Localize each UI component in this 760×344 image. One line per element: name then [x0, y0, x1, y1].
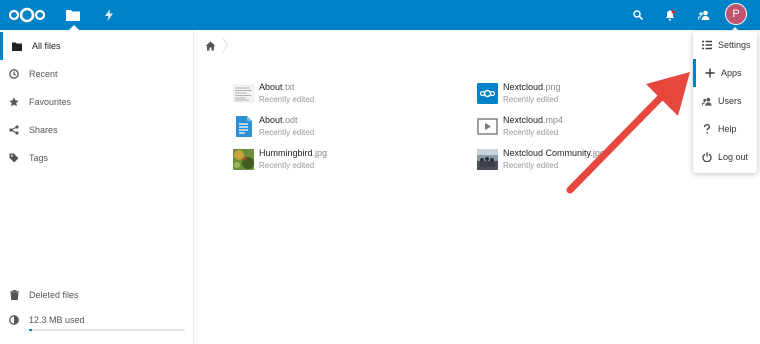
- file-base-name: Hummingbird: [259, 148, 313, 158]
- help-icon: [702, 124, 712, 134]
- file-status: Recently edited: [259, 161, 315, 170]
- contacts-icon[interactable]: [696, 7, 712, 23]
- quota-progress-fill: [29, 329, 33, 331]
- share-icon: [9, 125, 19, 135]
- sidebar-item-tags[interactable]: Tags: [0, 144, 193, 172]
- file-name: About.odt: [259, 115, 298, 125]
- deleted-files-label: Deleted files: [29, 290, 79, 300]
- sidebar-item-label: Shares: [29, 125, 58, 135]
- home-icon[interactable]: [204, 40, 216, 52]
- power-icon: [702, 152, 712, 162]
- menu-item-apps[interactable]: Apps: [693, 59, 757, 87]
- sidebar-item-all-files[interactable]: All files: [0, 32, 193, 60]
- nextcloud-logo[interactable]: [8, 7, 46, 23]
- sidebar-item-recent[interactable]: Recent: [0, 60, 193, 88]
- annotation-arrow: [566, 72, 690, 194]
- star-icon: [9, 97, 19, 107]
- sidebar: All files Recent Favourites Shares Tags …: [0, 30, 194, 344]
- file-name: Hummingbird.jpg: [259, 148, 327, 158]
- menu-item-label: Log out: [718, 152, 749, 162]
- sidebar-item-label: Tags: [29, 153, 49, 163]
- lightning-icon[interactable]: [100, 6, 118, 24]
- settings-menu: Settings Apps Users Help Log out: [693, 31, 757, 173]
- quota-progress-bar: [29, 329, 185, 331]
- file-status: Recently edited: [503, 161, 559, 170]
- menu-item-label: Help: [718, 124, 737, 134]
- file-status: Recently edited: [503, 95, 559, 104]
- breadcrumb-separator: [222, 37, 229, 53]
- avatar[interactable]: P: [725, 3, 747, 25]
- file-extension: .mp4: [543, 115, 564, 125]
- document-icon: [233, 116, 254, 137]
- nextcloud-thumbnail: [477, 83, 498, 104]
- trash-icon: [9, 290, 19, 300]
- top-header: P: [0, 0, 760, 30]
- sidebar-item-label: Recent: [29, 69, 58, 79]
- file-base-name: Nextcloud Community: [503, 148, 591, 158]
- settings-list-icon: [702, 40, 712, 50]
- file-base-name: About: [259, 115, 283, 125]
- image-thumbnail: [233, 149, 254, 170]
- file-status: Recently edited: [259, 128, 315, 137]
- users-icon: [702, 96, 712, 106]
- video-icon: [477, 116, 498, 137]
- pie-chart-icon: [9, 315, 19, 325]
- clock-icon: [9, 69, 19, 79]
- file-name: Nextcloud.mp4: [503, 115, 563, 125]
- sidebar-item-deleted-files[interactable]: Deleted files: [0, 281, 193, 309]
- file-extension: .jpg: [312, 148, 328, 158]
- sidebar-item-shares[interactable]: Shares: [0, 116, 193, 144]
- file-status: Recently edited: [503, 128, 559, 137]
- file-base-name: Nextcloud: [503, 82, 544, 92]
- file-status: Recently edited: [259, 95, 315, 104]
- sidebar-item-label: All files: [32, 41, 61, 51]
- file-extension: .odt: [282, 115, 298, 125]
- file-extension: .jpg: [590, 148, 605, 158]
- menu-item-label: Users: [718, 96, 742, 106]
- menu-item-settings[interactable]: Settings: [693, 31, 757, 59]
- bell-icon[interactable]: [662, 7, 678, 23]
- folder-icon: [12, 41, 22, 51]
- text-file-icon: [233, 83, 254, 104]
- file-name: Nextcloud.png: [503, 82, 561, 92]
- file-extension: .txt: [282, 82, 295, 92]
- file-name: Nextcloud Community.jpg: [503, 148, 605, 158]
- menu-item-help[interactable]: Help: [693, 115, 757, 143]
- menu-item-label: Apps: [721, 68, 742, 78]
- menu-item-label: Settings: [718, 40, 751, 50]
- file-base-name: About: [259, 82, 283, 92]
- file-base-name: Nextcloud: [503, 115, 544, 125]
- file-name: About.txt: [259, 82, 295, 92]
- tag-icon: [9, 153, 19, 163]
- sidebar-item-label: Favourites: [29, 97, 72, 107]
- quota-label: 12.3 MB used: [29, 315, 85, 325]
- plus-icon: [705, 68, 715, 78]
- file-extension: .png: [543, 82, 561, 92]
- folder-icon[interactable]: [64, 6, 82, 24]
- image-thumbnail: [477, 149, 498, 170]
- sidebar-item-favourites[interactable]: Favourites: [0, 88, 193, 116]
- menu-item-users[interactable]: Users: [693, 87, 757, 115]
- search-icon[interactable]: [630, 7, 646, 23]
- menu-item-log-out[interactable]: Log out: [693, 143, 757, 171]
